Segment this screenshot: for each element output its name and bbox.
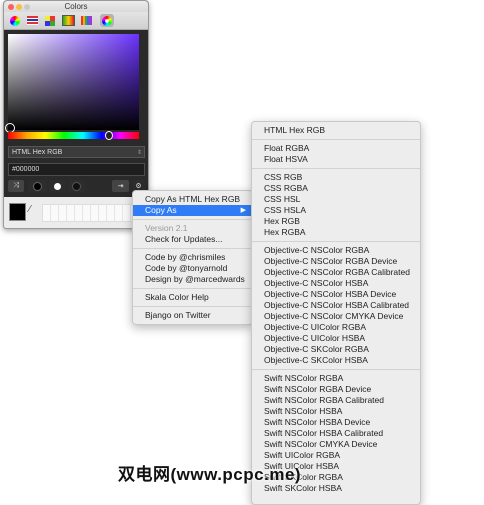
menu-separator [133, 248, 252, 249]
submenu-item[interactable]: Swift NSColor CMYKA Device [252, 439, 420, 450]
export-button[interactable]: ⇥ [112, 180, 129, 192]
submenu-item[interactable]: Objective-C SKColor RGBA [252, 344, 420, 355]
submenu-separator [252, 168, 420, 169]
menu-item-copy-as-html[interactable]: Copy As HTML Hex RGB [133, 194, 252, 205]
pencils-tab[interactable] [79, 14, 93, 27]
black-dot-icon [33, 181, 42, 191]
submenu-item[interactable]: Hex RGB [252, 216, 420, 227]
submenu-item[interactable]: CSS HSL [252, 194, 420, 205]
submenu-separator [252, 369, 420, 370]
submenu-item[interactable]: CSS RGB [252, 172, 420, 183]
color-wheel-tab[interactable] [8, 14, 22, 27]
color-wheel-icon [10, 15, 20, 26]
color-wells[interactable] [42, 204, 144, 222]
dark-swatch-button[interactable] [68, 180, 85, 192]
hex-value-input[interactable] [8, 163, 145, 176]
submenu-item[interactable]: Objective-C UIColor HSBA [252, 333, 420, 344]
submenu-item[interactable]: Swift NSColor HSBA Device [252, 417, 420, 428]
submenu-separator [252, 139, 420, 140]
skala-wheel-icon [102, 15, 112, 26]
color-palettes-icon [45, 15, 55, 26]
submenu-item[interactable]: Objective-C NSColor RGBA Calibrated [252, 267, 420, 278]
submenu-item[interactable]: Objective-C NSColor RGBA [252, 245, 420, 256]
export-icon: ⇥ [117, 183, 124, 190]
submenu-item[interactable]: Swift NSColor HSBA Calibrated [252, 428, 420, 439]
skala-tab[interactable] [100, 14, 114, 27]
submenu-item[interactable]: Swift NSColor RGBA [252, 373, 420, 384]
eyedropper-icon[interactable]: ⁄ [29, 204, 31, 215]
swatch-area: ⁄ [4, 197, 148, 228]
control-row: ⤨ ⇥ ⚙ [8, 180, 145, 192]
shuffle-button[interactable]: ⤨ [8, 180, 24, 192]
format-select[interactable]: HTML Hex RGB ⇕ [8, 146, 145, 158]
hue-slider[interactable] [8, 131, 139, 140]
hue-slider-knob[interactable] [105, 131, 113, 140]
format-select-value: HTML Hex RGB [12, 149, 63, 156]
pencils-icon [80, 16, 92, 25]
white-swatch-button[interactable] [49, 180, 66, 192]
saturation-brightness-picker[interactable] [5, 34, 139, 133]
menu-separator [133, 306, 252, 307]
menu-item-copy-as[interactable]: Copy As ▶ [133, 205, 252, 216]
color-sliders-icon [26, 16, 38, 25]
submenu-item[interactable]: Objective-C NSColor HSBA Device [252, 289, 420, 300]
menu-item-check-updates[interactable]: Check for Updates... [133, 234, 252, 245]
current-color-swatch[interactable] [9, 203, 26, 221]
shuffle-icon: ⤨ [13, 182, 19, 189]
menu-item-copy-as-label: Copy As [145, 205, 177, 215]
submenu-item[interactable]: Objective-C SKColor HSBA [252, 355, 420, 366]
menu-item-code-tonyarnold[interactable]: Code by @tonyarnold [133, 263, 252, 274]
image-palettes-icon [61, 15, 75, 26]
menu-item-code-chrismiles[interactable]: Code by @chrismiles [133, 252, 252, 263]
submenu-item[interactable]: Swift NSColor RGBA Device [252, 384, 420, 395]
watermark: 双电网(www.pcpc.me) [118, 465, 302, 484]
menu-separator [133, 219, 252, 220]
colors-panel: Colors HTML Hex RGB ⇕ ⤨ ⇥ ⚙ ⁄ [3, 0, 149, 229]
menu-item-design-marcedwards[interactable]: Design by @marcedwards [133, 274, 252, 285]
submenu-item[interactable]: Hex RGBA [252, 227, 420, 238]
submenu-item[interactable]: Float HSVA [252, 154, 420, 165]
white-dot-icon [54, 182, 61, 190]
submenu-item[interactable]: Objective-C NSColor RGBA Device [252, 256, 420, 267]
menu-item-bjango-twitter[interactable]: Bjango on Twitter [133, 310, 252, 321]
menu-item-version: Version 2.1 [145, 223, 188, 233]
submenu-separator [252, 241, 420, 242]
submenu-arrow-icon: ▶ [240, 207, 246, 214]
submenu-item[interactable]: Swift NSColor RGBA Calibrated [252, 395, 420, 406]
menu-item-help[interactable]: Skala Color Help [133, 292, 252, 303]
title-bar[interactable]: Colors [4, 1, 148, 12]
toolbar [4, 12, 148, 30]
image-palettes-tab[interactable] [61, 14, 75, 27]
submenu-item[interactable]: Objective-C UIColor RGBA [252, 322, 420, 333]
submenu-item[interactable]: CSS HSLA [252, 205, 420, 216]
submenu-item[interactable]: Swift NSColor HSBA [252, 406, 420, 417]
submenu-item[interactable]: Objective-C NSColor CMYKA Device [252, 311, 420, 322]
submenu-item[interactable]: Objective-C NSColor HSBA [252, 278, 420, 289]
submenu-item[interactable]: Objective-C NSColor HSBA Calibrated [252, 300, 420, 311]
submenu-item[interactable]: CSS RGBA [252, 183, 420, 194]
gear-icon: ⚙ [135, 183, 142, 190]
color-sliders-tab[interactable] [25, 14, 39, 27]
color-palettes-tab[interactable] [43, 14, 57, 27]
submenu-item[interactable]: Float RGBA [252, 143, 420, 154]
window-title: Colors [64, 2, 88, 11]
submenu-item[interactable]: HTML Hex RGB [252, 125, 420, 136]
copy-as-submenu: HTML Hex RGB Float RGBA Float HSVA CSS RGB C… [251, 121, 421, 505]
menu-separator [133, 288, 252, 289]
black-swatch-button[interactable] [28, 180, 47, 192]
dark-dot-icon [72, 181, 81, 191]
context-menu: Copy As HTML Hex RGB Copy As ▶ Version 2… [132, 190, 253, 325]
select-arrows-icon: ⇕ [136, 150, 142, 156]
